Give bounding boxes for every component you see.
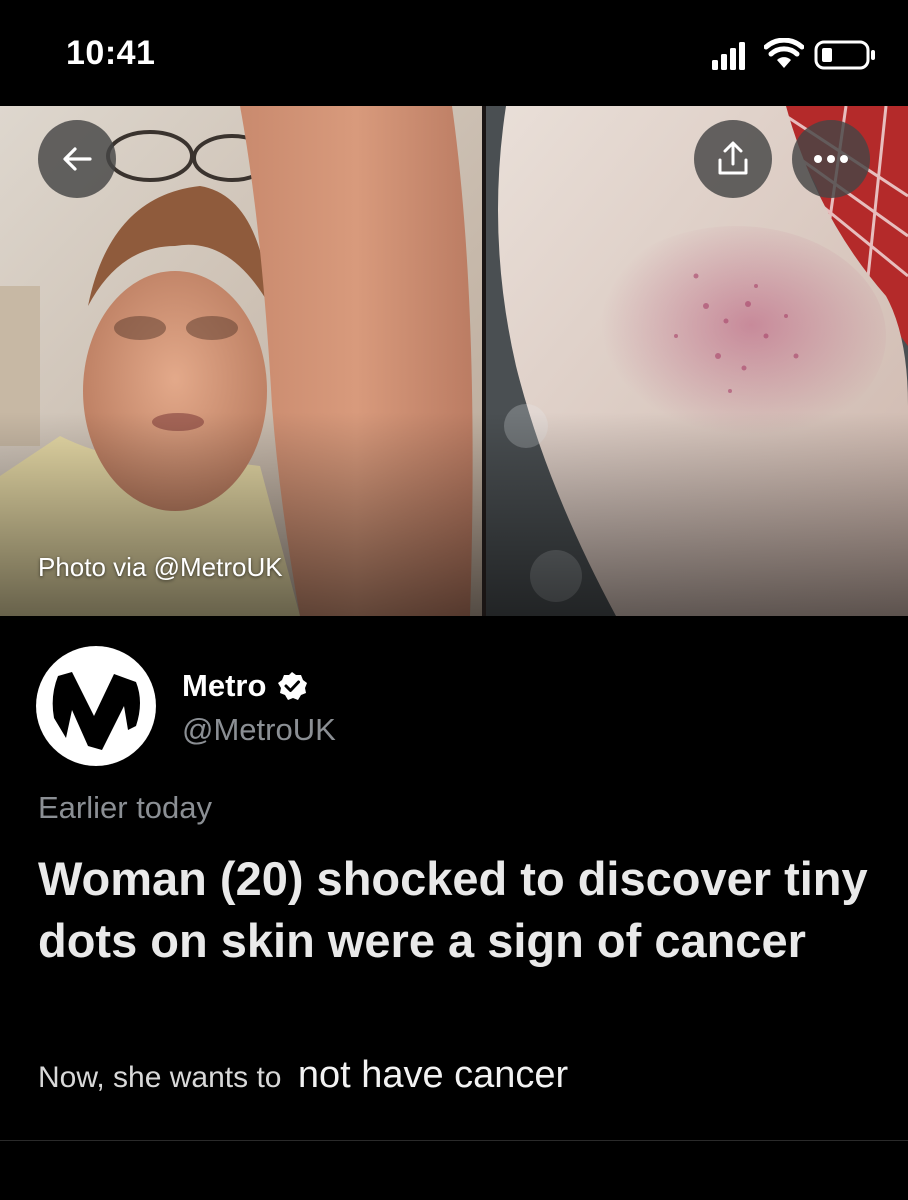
verified-badge-icon (278, 672, 308, 700)
share-icon (718, 141, 748, 175)
back-button[interactable] (38, 120, 116, 198)
tweet-headline[interactable]: Woman (20) shocked to discover tiny dots… (38, 848, 878, 972)
divider (0, 1140, 908, 1141)
subline-edited-text: not have cancer (297, 1054, 569, 1096)
status-bar: 10:41 (0, 0, 908, 106)
avatar[interactable] (36, 646, 156, 766)
more-horizontal-icon (814, 155, 848, 163)
tweet-subline: Now, she wants to not have cancer (38, 1054, 568, 1097)
status-time: 10:41 (66, 34, 156, 72)
arrow-left-icon (63, 147, 92, 171)
subline-prefix: Now, she wants to (38, 1061, 282, 1094)
timestamp: Earlier today (38, 790, 213, 825)
metro-logo-icon (36, 646, 156, 766)
photo-credit: Photo via @MetroUK (38, 552, 283, 582)
share-button[interactable] (694, 120, 772, 198)
signal-icon (712, 42, 745, 70)
account-name[interactable]: Metro (182, 668, 266, 704)
account-name-row[interactable]: Metro (182, 668, 308, 704)
tweet-media[interactable]: Photo via @MetroUK (0, 106, 908, 616)
battery-icon (814, 40, 875, 70)
wifi-icon (764, 38, 804, 68)
more-options-button[interactable] (792, 120, 870, 198)
account-handle[interactable]: @MetroUK (182, 712, 336, 748)
